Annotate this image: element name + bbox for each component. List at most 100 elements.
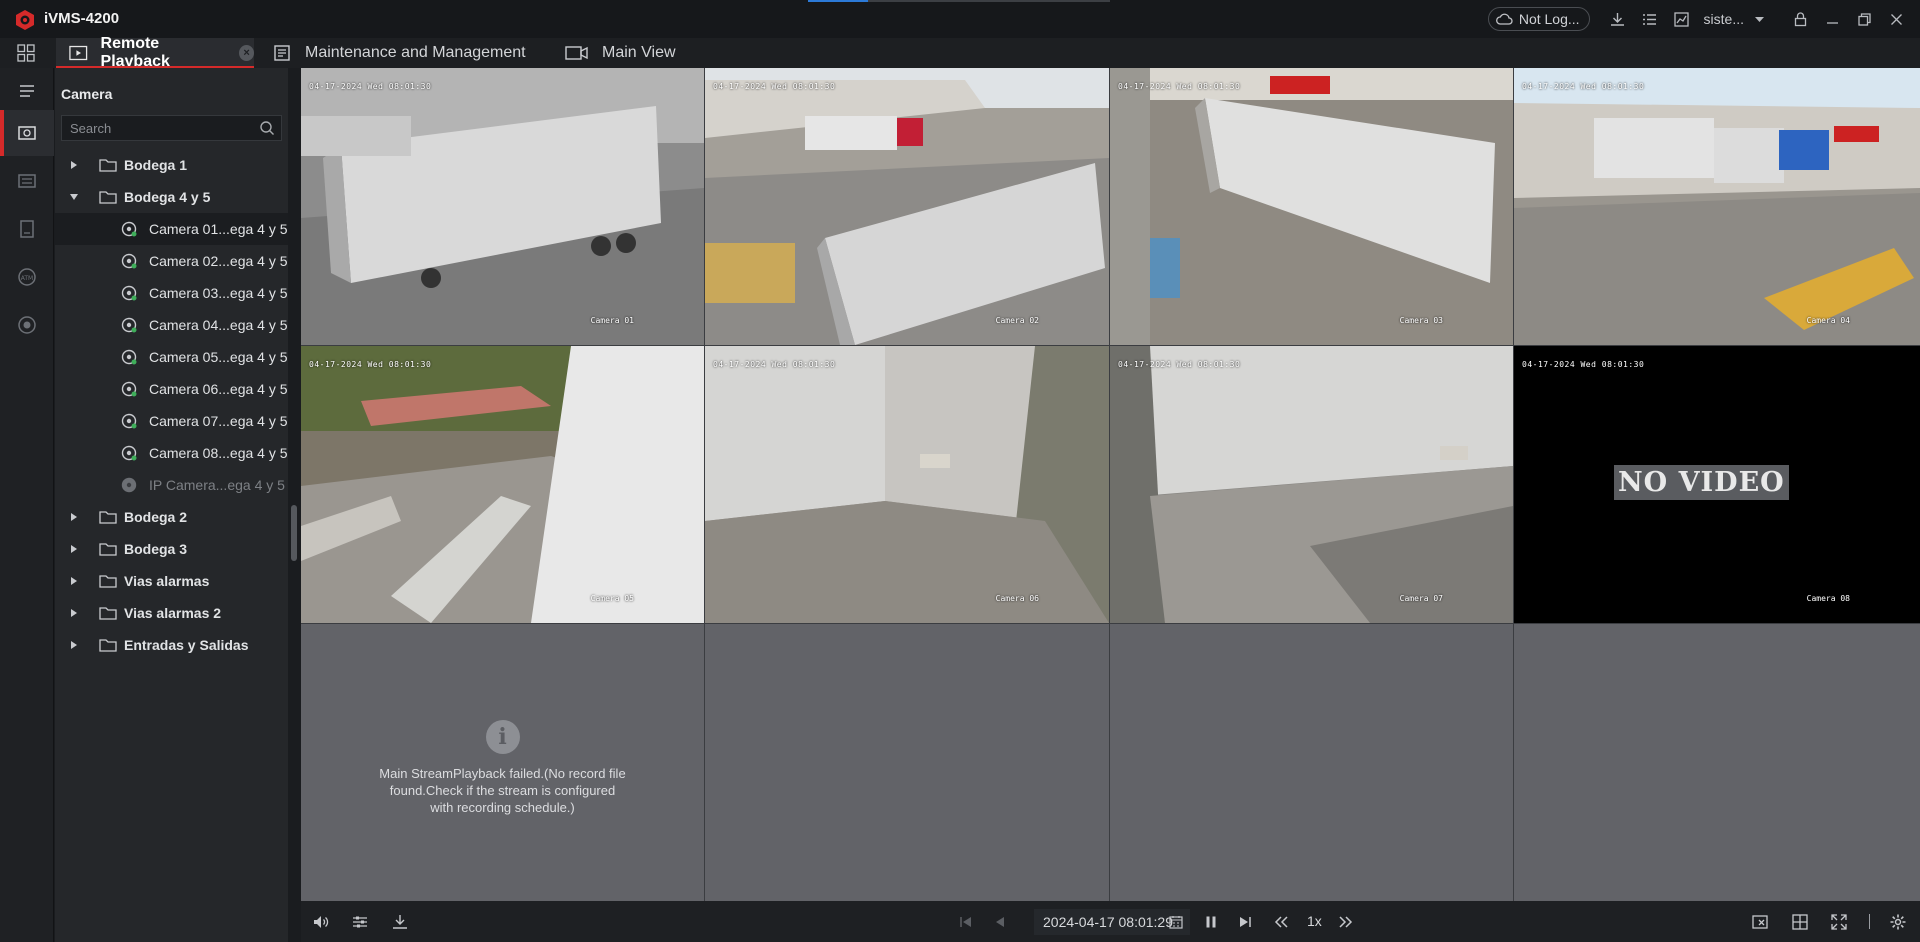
video-timestamp: 04-17-2024 Wed 08:01:30 — [1118, 82, 1241, 91]
lock-button[interactable] — [1784, 4, 1816, 34]
download-button[interactable] — [1602, 4, 1634, 34]
expand-arrow-icon[interactable] — [69, 608, 79, 618]
video-tile[interactable]: 04-17-2024 Wed 08:01:30 Camera 07 — [1110, 346, 1513, 623]
panel-title: Camera — [61, 86, 113, 102]
tree-camera-label: Camera 07...ega 4 y 5 — [149, 413, 288, 429]
rail-event-center[interactable] — [0, 158, 54, 204]
tab-maintenance[interactable]: Maintenance and Management — [272, 38, 526, 68]
camera-tree: Bodega 1 Bodega 4 y 5 Camera 01...ega 4 … — [55, 149, 288, 661]
collapse-arrow-icon[interactable] — [69, 192, 79, 202]
window-layout-button[interactable] — [1789, 911, 1811, 933]
user-name[interactable]: siste... — [1704, 11, 1744, 27]
rail-record[interactable] — [0, 302, 54, 348]
video-tile[interactable]: 04-17-2024 Wed 08:01:30 Camera 05 — [301, 346, 704, 623]
restore-button[interactable] — [1848, 4, 1880, 34]
video-tile[interactable]: 04-17-2024 Wed 08:01:30 Camera 02 — [705, 68, 1109, 345]
grid-icon — [17, 44, 35, 62]
close-window-button[interactable] — [1749, 911, 1771, 933]
folder-icon — [99, 511, 117, 524]
tree-group[interactable]: Vias alarmas 2 — [55, 597, 288, 629]
video-tile[interactable] — [1110, 624, 1513, 901]
close-button[interactable] — [1880, 4, 1912, 34]
settings-button[interactable] — [1887, 911, 1909, 933]
tree-camera-item[interactable]: Camera 01...ega 4 y 5 — [55, 213, 288, 245]
slow-down-button[interactable] — [1270, 911, 1292, 933]
lock-icon — [1794, 11, 1806, 26]
tree-group[interactable]: Bodega 3 — [55, 533, 288, 565]
fullscreen-button[interactable] — [1828, 911, 1850, 933]
close-icon — [1890, 13, 1902, 25]
video-tile[interactable]: 04-17-2024 Wed 08:01:30 Camera 06 — [705, 346, 1109, 623]
search-icon[interactable] — [259, 120, 275, 136]
module-tab-bar: Remote Playback × Maintenance and Manage… — [0, 35, 1920, 70]
layout-grid-icon — [1792, 914, 1808, 930]
video-camera-label: Camera 04 — [1806, 316, 1850, 325]
tree-camera-item[interactable]: Camera 04...ega 4 y 5 — [55, 309, 288, 341]
expand-arrow-icon[interactable] — [69, 576, 79, 586]
mute-button[interactable] — [310, 911, 332, 933]
rail-atm[interactable]: ATM — [0, 254, 54, 300]
adjust-button[interactable] — [349, 911, 371, 933]
video-frame — [1110, 68, 1513, 345]
module-grid-button[interactable] — [14, 42, 38, 64]
tree-group[interactable]: Vias alarmas — [55, 565, 288, 597]
speed-up-button[interactable] — [1335, 911, 1357, 933]
tree-camera-item[interactable]: Camera 07...ega 4 y 5 — [55, 405, 288, 437]
camera-search[interactable] — [61, 115, 282, 141]
tree-group[interactable]: Bodega 4 y 5 — [55, 181, 288, 213]
tree-camera-item[interactable]: IP Camera...ega 4 y 5 — [55, 469, 288, 501]
hikvision-logo-icon — [16, 10, 34, 30]
minimize-icon — [1826, 21, 1838, 24]
playback-error-message: Main StreamPlayback failed.(No record fi… — [379, 766, 626, 815]
login-status-button[interactable]: Not Log... — [1487, 7, 1590, 31]
menu-button[interactable] — [0, 68, 54, 114]
search-input[interactable] — [70, 120, 250, 136]
video-tile[interactable] — [1514, 624, 1920, 901]
tree-group[interactable]: Entradas y Salidas — [55, 629, 288, 661]
video-camera-label: Camera 06 — [995, 594, 1039, 603]
tree-camera-item[interactable]: Camera 08...ega 4 y 5 — [55, 437, 288, 469]
video-camera-label: Camera 08 — [1806, 594, 1850, 603]
tree-group[interactable]: Bodega 2 — [55, 501, 288, 533]
video-tile[interactable] — [705, 624, 1109, 901]
rail-remote-playback[interactable] — [0, 110, 54, 156]
tab-label: Main View — [602, 44, 676, 61]
panel-resize-handle[interactable] — [291, 505, 297, 561]
skip-start-icon — [960, 917, 971, 927]
task-list-button[interactable] — [1634, 4, 1666, 34]
playback-time-field[interactable]: 2024-04-17 08:01:29 — [1034, 909, 1190, 935]
video-tile[interactable]: 04-17-2024 Wed 08:01:30 Camera 03 — [1110, 68, 1513, 345]
video-tile[interactable]: i Main StreamPlayback failed.(No record … — [301, 624, 704, 901]
video-tile[interactable]: 04-17-2024 Wed 08:01:30 Camera 01 — [301, 68, 704, 345]
title-bar-actions: Not Log... siste... — [1487, 0, 1920, 38]
expand-arrow-icon[interactable] — [69, 544, 79, 554]
expand-arrow-icon[interactable] — [69, 640, 79, 650]
skip-start-button[interactable] — [955, 911, 977, 933]
reverse-play-button[interactable] — [989, 911, 1011, 933]
expand-arrow-icon[interactable] — [69, 160, 79, 170]
single-frame-button[interactable] — [1234, 911, 1256, 933]
download-button[interactable] — [389, 911, 411, 933]
video-tile[interactable]: 04-17-2024 Wed 08:01:30 Camera 04 — [1514, 68, 1920, 345]
tree-camera-item[interactable]: Camera 02...ega 4 y 5 — [55, 245, 288, 277]
video-camera-label: Camera 05 — [590, 594, 634, 603]
info-icon: i — [485, 720, 520, 754]
camera-online-icon — [121, 317, 137, 333]
expand-arrow-icon[interactable] — [69, 512, 79, 522]
tab-remote-playback[interactable]: Remote Playback × — [56, 35, 254, 70]
tree-camera-item[interactable]: Camera 05...ega 4 y 5 — [55, 341, 288, 373]
user-dropdown-button[interactable] — [1748, 4, 1770, 34]
tree-camera-item[interactable]: Camera 03...ega 4 y 5 — [55, 277, 288, 309]
pause-button[interactable] — [1200, 911, 1222, 933]
video-camera-label: Camera 07 — [1399, 594, 1443, 603]
calendar-icon[interactable] — [1168, 914, 1184, 930]
tab-main-view[interactable]: Main View — [565, 38, 676, 68]
video-tile[interactable]: 04-17-2024 Wed 08:01:30 NO VIDEO Camera … — [1514, 346, 1920, 623]
close-tab-icon[interactable]: × — [239, 45, 254, 61]
rail-device[interactable] — [0, 206, 54, 252]
tree-group[interactable]: Bodega 1 — [55, 149, 288, 181]
tree-group-label: Bodega 3 — [124, 541, 188, 557]
minimize-button[interactable] — [1816, 4, 1848, 34]
statistics-button[interactable] — [1666, 4, 1698, 34]
tree-camera-item[interactable]: Camera 06...ega 4 y 5 — [55, 373, 288, 405]
